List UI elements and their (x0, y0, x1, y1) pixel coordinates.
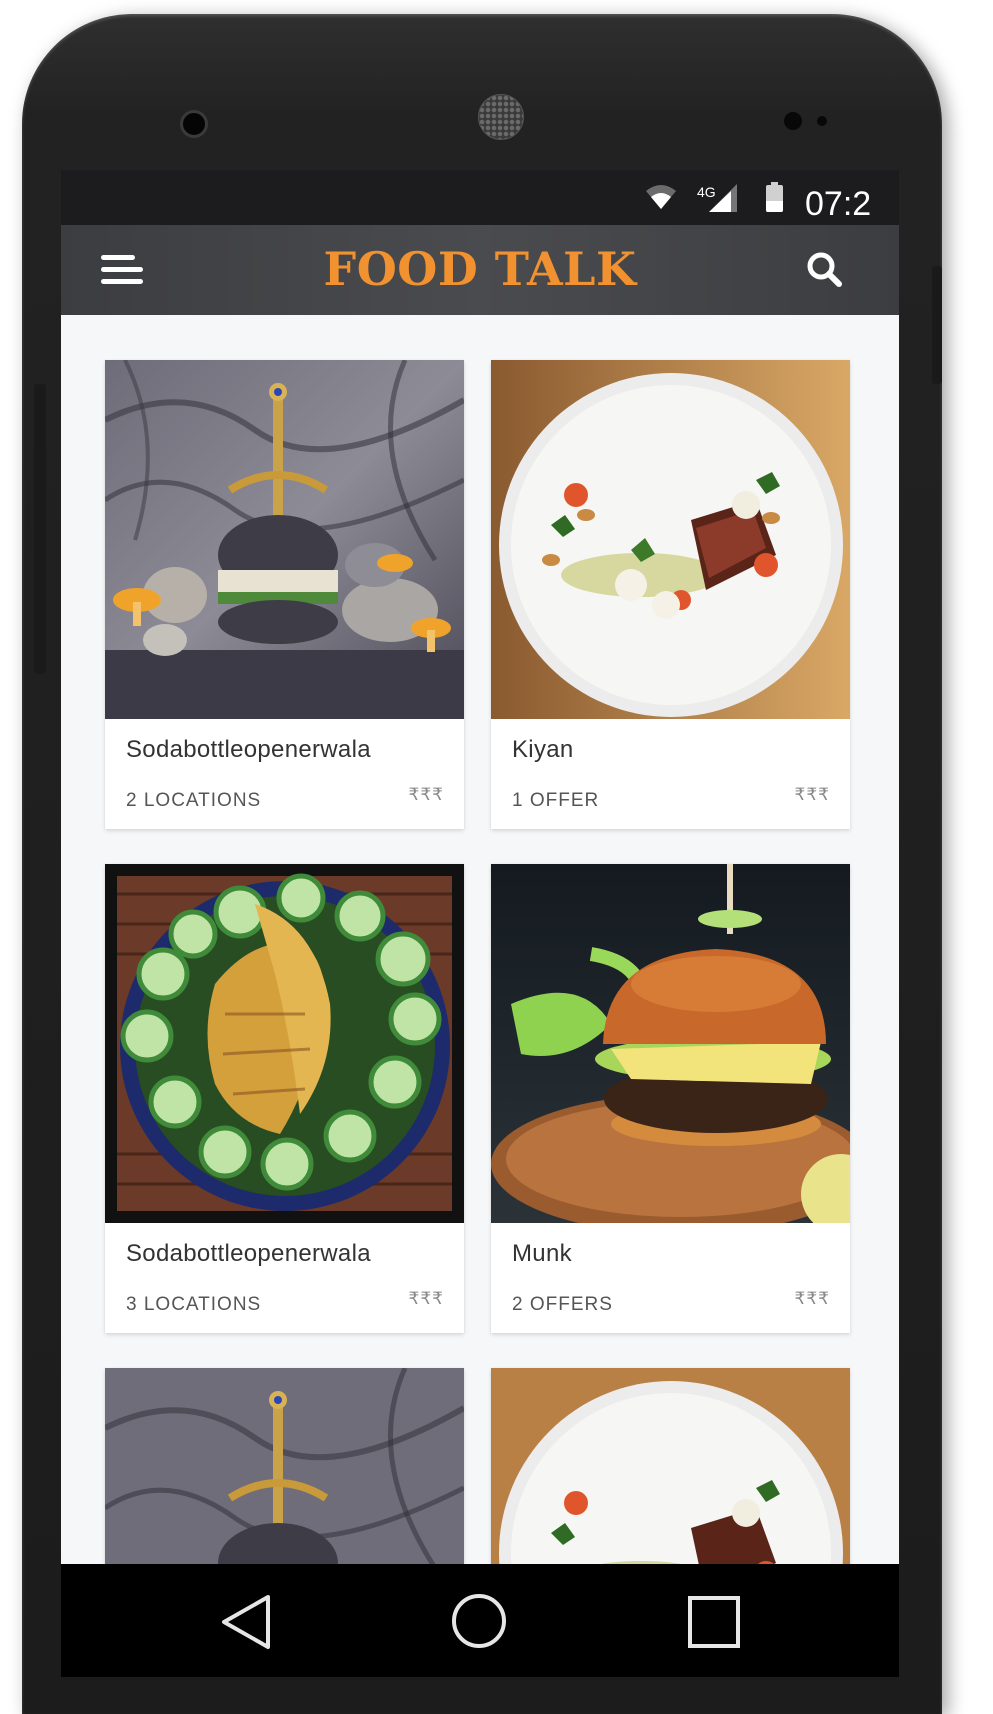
restaurant-detail: 2 LOCATIONS (126, 790, 262, 811)
home-icon[interactable] (449, 1591, 509, 1651)
restaurant-name: Kiyan (512, 736, 574, 763)
clock: 07:2 (805, 185, 872, 223)
recent-apps-icon[interactable] (687, 1595, 741, 1649)
status-bar: 4G 07:2 (61, 170, 899, 225)
grilled-fish-photo (105, 864, 464, 1223)
volume-button (34, 384, 46, 674)
restaurant-name: Munk (512, 1240, 572, 1267)
earpiece-speaker (478, 94, 524, 140)
steak-plate-photo (491, 360, 850, 719)
restaurant-card[interactable]: Kiyan 1 OFFER ₹₹₹ (491, 360, 850, 829)
restaurant-detail: 3 LOCATIONS (126, 1294, 262, 1315)
restaurant-card[interactable]: Sodabottleopenerwala 3 LOCATIONS ₹₹₹ (105, 864, 464, 1333)
app-title: FOOD TALK (323, 242, 637, 296)
restaurant-name: Sodabottleopenerwala (126, 736, 371, 763)
front-camera (180, 110, 208, 138)
restaurant-card[interactable]: Sodabottleopenerwala 2 LOCATIONS ₹₹₹ (105, 360, 464, 829)
app-bar: FOOD TALK (61, 225, 899, 315)
restaurant-detail: 1 OFFER (512, 790, 600, 811)
restaurant-card[interactable]: Munk 2 OFFERS ₹₹₹ (491, 864, 850, 1333)
battery-icon (766, 182, 783, 212)
proximity-sensor (784, 112, 802, 130)
price-level: ₹₹₹ (408, 785, 444, 804)
price-level: ₹₹₹ (408, 1289, 444, 1308)
price-level: ₹₹₹ (794, 785, 830, 804)
black-burger-photo (105, 360, 464, 719)
restaurant-name: Sodabottleopenerwala (126, 1240, 371, 1267)
power-button (932, 266, 942, 384)
restaurant-detail: 2 OFFERS (512, 1294, 613, 1315)
wifi-icon (646, 185, 676, 209)
phone-screen: 4G 07:2 FOOD TALK Sodabottleopenerwala 2… (61, 170, 899, 1677)
back-icon[interactable] (218, 1592, 274, 1652)
price-level: ₹₹₹ (794, 1289, 830, 1308)
search-icon[interactable] (804, 249, 844, 289)
cheese-burger-photo (491, 864, 850, 1223)
navigation-bar (61, 1564, 899, 1677)
light-sensor (817, 116, 827, 126)
cellular-signal-icon (709, 184, 737, 212)
